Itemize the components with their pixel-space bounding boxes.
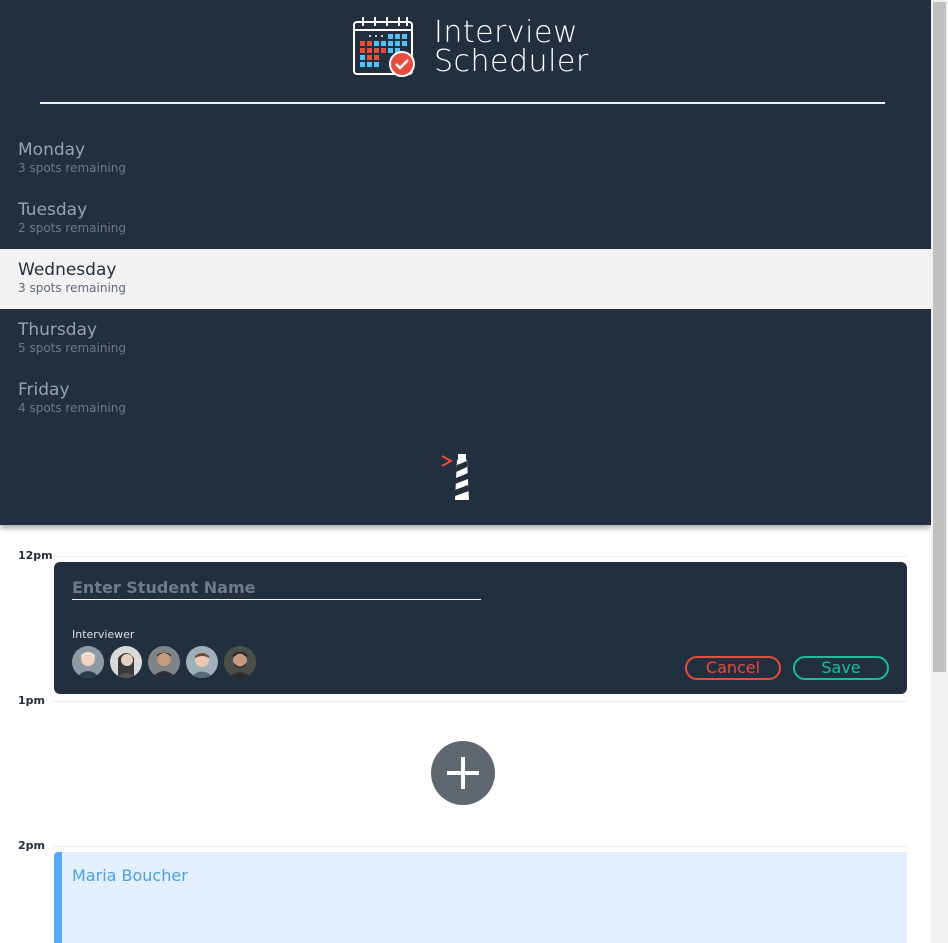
- time-separator: [52, 701, 907, 702]
- day-name: Monday: [18, 140, 86, 160]
- day-spots: 3 spots remaining: [18, 281, 127, 295]
- day-spots: 2 spots remaining: [18, 221, 127, 235]
- student-name-input[interactable]: [72, 576, 481, 600]
- app-title: Interview Scheduler: [434, 15, 589, 79]
- day-item-thursday[interactable]: Thursday 5 spots remaining: [0, 309, 931, 369]
- cancel-button[interactable]: Cancel: [685, 656, 781, 680]
- interviewer-avatar-5[interactable]: [224, 646, 256, 678]
- person-avatar-icon: [224, 646, 256, 678]
- time-label: 2pm: [18, 839, 45, 852]
- add-appointment-button[interactable]: [431, 741, 495, 805]
- person-avatar-icon: [110, 646, 142, 678]
- plus-icon: [447, 757, 479, 789]
- time-label: 12pm: [18, 549, 53, 562]
- brand: Interview Scheduler: [352, 16, 589, 78]
- interviewer-avatar-4[interactable]: [186, 646, 218, 678]
- scrollbar-thumb[interactable]: [933, 2, 946, 672]
- interviewer-list: [72, 646, 262, 678]
- lighthouse-logo-icon: [441, 454, 469, 500]
- scrollbar[interactable]: [931, 0, 948, 943]
- day-item-tuesday[interactable]: Tuesday 2 spots remaining: [0, 189, 931, 249]
- day-name: Thursday: [18, 320, 98, 340]
- app-page: Interview Scheduler Monday 3 spots remai…: [0, 0, 948, 943]
- interviewer-label: Interviewer: [72, 628, 135, 641]
- interviewer-avatar-1[interactable]: [72, 646, 104, 678]
- schedule: 12pm Interviewer: [0, 525, 931, 943]
- day-spots: 3 spots remaining: [18, 161, 127, 175]
- interviewer-avatar-2[interactable]: [110, 646, 142, 678]
- app-title-line2: Scheduler: [434, 44, 589, 79]
- save-button[interactable]: Save: [793, 656, 889, 680]
- day-list: Monday 3 spots remaining Tuesday 2 spots…: [0, 129, 931, 429]
- day-name: Tuesday: [18, 200, 88, 220]
- day-item-friday[interactable]: Friday 4 spots remaining: [0, 369, 931, 429]
- day-item-monday[interactable]: Monday 3 spots remaining: [0, 129, 931, 189]
- calendar-logo-icon: [353, 17, 415, 77]
- sidebar: Interview Scheduler Monday 3 spots remai…: [0, 0, 931, 525]
- day-spots: 4 spots remaining: [18, 401, 127, 415]
- time-separator: [52, 846, 907, 847]
- day-name: Friday: [18, 380, 70, 400]
- app-title-line1: Interview: [434, 15, 578, 50]
- person-avatar-icon: [72, 646, 104, 678]
- time-label: 1pm: [18, 694, 45, 707]
- person-avatar-icon: [186, 646, 218, 678]
- person-avatar-icon: [148, 646, 180, 678]
- day-item-wednesday[interactable]: Wednesday 3 spots remaining: [0, 249, 931, 309]
- interviewer-avatar-3[interactable]: [148, 646, 180, 678]
- appointment-student-name: Maria Boucher: [72, 866, 188, 885]
- time-separator: [52, 556, 907, 557]
- appointment-form: Interviewer: [54, 562, 907, 694]
- day-spots: 5 spots remaining: [18, 341, 127, 355]
- sidebar-divider: [40, 102, 885, 104]
- day-name: Wednesday: [18, 260, 117, 280]
- appointment-card[interactable]: Maria Boucher: [54, 852, 907, 943]
